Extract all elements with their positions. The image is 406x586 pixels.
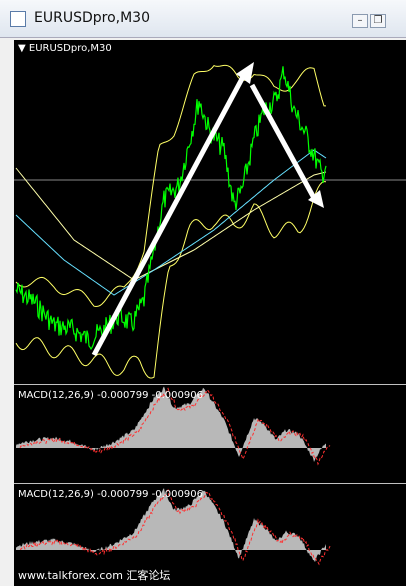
chart-area[interactable]: ▼ EURUSDpro,M30 MACD(12,26,9) -0.000799 …	[14, 40, 406, 586]
price-chart	[14, 62, 406, 379]
symbol-label[interactable]: ▼ EURUSDpro,M30	[18, 43, 112, 54]
macd-label-top: MACD(12,26,9) -0.000799 -0.000906	[18, 390, 203, 401]
up-trend-arrow	[91, 73, 247, 357]
triangle-down-icon[interactable]: ▼	[18, 43, 26, 54]
restore-button[interactable]: ❐	[370, 14, 386, 28]
macd-pane-top[interactable]: MACD(12,26,9) -0.000799 -0.000906	[14, 385, 406, 483]
macd-pane-bottom[interactable]: MACD(12,26,9) -0.000799 -0.000906 www.ta…	[14, 484, 406, 586]
chart-window-icon	[10, 11, 26, 27]
price-pane[interactable]: ▼ EURUSDpro,M30	[14, 40, 406, 384]
watermark: www.talkforex.com 汇客论坛	[18, 569, 171, 582]
slow-ma-line	[15, 167, 327, 281]
macd-label-bottom: MACD(12,26,9) -0.000799 -0.000906	[18, 489, 203, 500]
window-title: EURUSDpro,M30	[34, 10, 150, 26]
down-trend-arrow	[249, 83, 317, 200]
cyan-ma-line	[15, 149, 327, 296]
upper-band-line	[15, 64, 326, 308]
minimize-button[interactable]: –	[352, 14, 368, 28]
window-titlebar: EURUSDpro,M30 – ❐	[0, 0, 406, 38]
